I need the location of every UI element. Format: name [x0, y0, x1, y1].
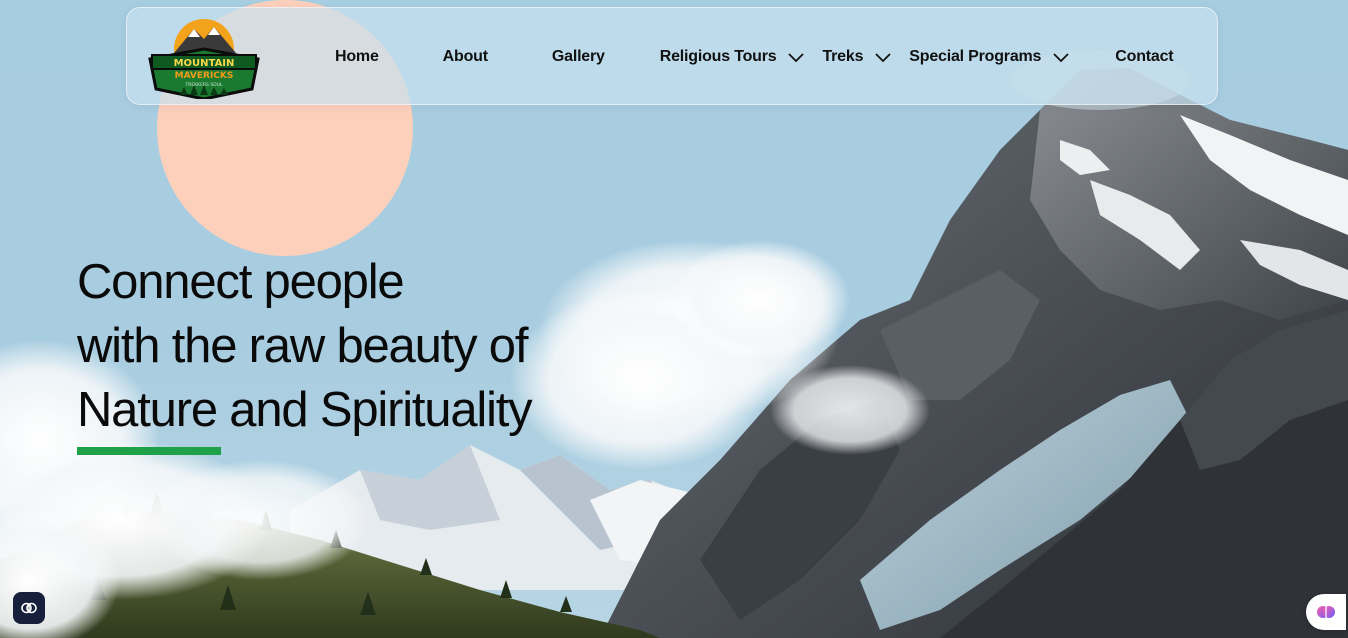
hero-line-1: Connect people: [77, 255, 405, 309]
nav-contact-label: Contact: [1115, 48, 1174, 65]
logo-text-line2: MAVERICKS: [175, 71, 234, 81]
hero-heading: Connect people with the raw beauty of Na…: [77, 250, 533, 442]
logo-text-line1: MOUNTAIN: [174, 58, 235, 69]
ai-helper-tab[interactable]: [1306, 594, 1346, 630]
hero-section: MOUNTAIN MAVERICKS TREKKERS SOUL Home Ab…: [0, 0, 1348, 638]
heading-underline-accent: [77, 447, 221, 455]
nav-home-label: Home: [335, 48, 379, 65]
main-menu: Home About Gallery Religious Tours Treks…: [335, 8, 1174, 106]
nav-special-programs-label: Special Programs: [909, 48, 1042, 65]
mountain-mavericks-logo[interactable]: MOUNTAIN MAVERICKS TREKKERS SOUL: [144, 15, 264, 99]
chevron-down-icon: [875, 53, 891, 63]
assistant-widget-button[interactable]: [13, 592, 45, 624]
hero-line-2: with the raw beauty of: [77, 319, 528, 373]
nav-treks[interactable]: Treks: [822, 48, 893, 66]
nav-contact[interactable]: Contact: [1115, 48, 1173, 66]
nav-religious-tours[interactable]: Religious Tours: [660, 48, 807, 66]
nav-treks-label: Treks: [822, 48, 864, 65]
nav-gallery[interactable]: Gallery: [552, 48, 605, 66]
nav-about[interactable]: About: [443, 48, 488, 66]
nav-gallery-label: Gallery: [551, 48, 605, 65]
nav-about-label: About: [442, 48, 488, 65]
top-navigation-bar: MOUNTAIN MAVERICKS TREKKERS SOUL Home Ab…: [126, 7, 1218, 105]
nav-religious-tours-label: Religious Tours: [659, 48, 777, 65]
brain-icon: [21, 602, 37, 614]
chevron-down-icon: [788, 53, 805, 63]
chevron-down-icon: [1053, 53, 1069, 63]
brain-gradient-icon: [1317, 606, 1335, 618]
nav-special-programs[interactable]: Special Programs: [909, 48, 1071, 66]
nav-home[interactable]: Home: [335, 48, 379, 66]
hero-line-3: Nature and Spirituality: [77, 383, 533, 437]
